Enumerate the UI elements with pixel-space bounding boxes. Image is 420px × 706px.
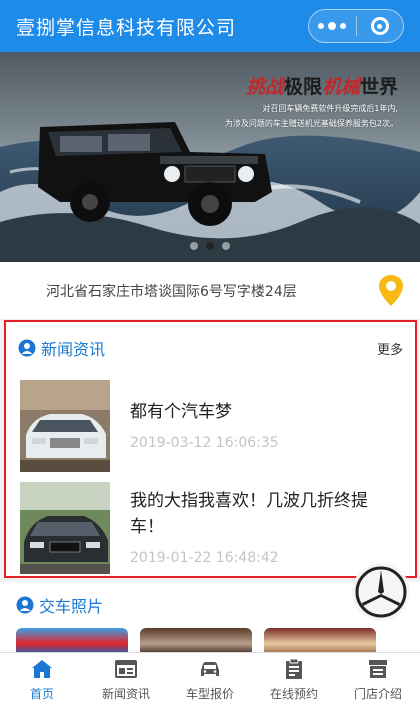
- tab-online-booking[interactable]: 在线预约: [252, 653, 336, 706]
- clipboard-icon: [286, 658, 302, 679]
- address-text: 河北省石家庄市塔谈国际6号写字楼24层: [46, 283, 297, 300]
- news-section-icon: [18, 339, 36, 357]
- target-icon: [370, 17, 389, 35]
- tab-label: 新闻资讯: [101, 687, 150, 701]
- carousel-dot[interactable]: [222, 242, 230, 250]
- slogan-black-1: 极限: [283, 76, 322, 98]
- news-icon: [115, 660, 137, 678]
- carousel-dot[interactable]: [190, 242, 198, 250]
- tab-home[interactable]: 首页: [0, 653, 84, 706]
- close-mini-program-button[interactable]: [357, 10, 404, 42]
- delivery-photo[interactable]: [16, 628, 128, 654]
- mercedes-star-icon: [355, 566, 407, 618]
- address-bar[interactable]: 河北省石家庄市塔谈国际6号写字楼24层: [0, 262, 420, 320]
- location-pin-icon[interactable]: [378, 274, 404, 308]
- home-icon: [32, 660, 52, 678]
- news-info: 我的大指我喜欢！几波几折终提车！ 2019-01-22 16:48:42: [130, 482, 401, 572]
- slogan-black-2: 世界: [359, 76, 398, 98]
- news-section: 新闻资讯 更多 都有个汽车梦 2019-03-12 16:06:35 我的大指我…: [4, 320, 417, 578]
- navigation-bar: 壹捌掌信息科技有限公司: [0, 0, 420, 52]
- news-thumbnail: [20, 482, 110, 574]
- slogan-red-1: 挑战: [245, 76, 284, 98]
- tab-store-info[interactable]: 门店介绍: [336, 653, 420, 706]
- news-info: 都有个汽车梦 2019-03-12 16:06:35: [130, 380, 279, 470]
- news-list-item[interactable]: 都有个汽车梦 2019-03-12 16:06:35: [6, 374, 415, 476]
- news-section-header: 新闻资讯 更多: [6, 322, 415, 374]
- tab-news[interactable]: 新闻资讯: [84, 653, 168, 706]
- photos-section-title: 交车照片: [39, 597, 104, 616]
- slogan-subtext-1: 对召回车辆免费软件升级完成后1年内,: [262, 104, 398, 113]
- banner-slogan: 挑战极限机械世界 对召回车辆免费软件升级完成后1年内, 为涉及问题的车主赠送机光…: [225, 72, 398, 129]
- tab-label: 首页: [29, 687, 54, 701]
- news-list-item[interactable]: 我的大指我喜欢！几波几折终提车！ 2019-01-22 16:48:42: [6, 476, 415, 578]
- page-title: 壹捌掌信息科技有限公司: [16, 16, 237, 39]
- mercedes-logo-icon[interactable]: [352, 563, 410, 621]
- bottom-tab-bar: 首页 新闻资讯 车型报价 在线预约 门店介绍: [0, 652, 420, 706]
- more-menu-button[interactable]: [309, 10, 356, 42]
- slogan-red-2: 机械: [321, 76, 360, 98]
- news-section-title: 新闻资讯: [41, 340, 106, 359]
- photos-section-icon: [16, 596, 34, 614]
- delivery-photo[interactable]: [264, 628, 376, 654]
- news-thumbnail: [20, 380, 110, 472]
- car-icon: [201, 662, 219, 676]
- carousel-indicator: [0, 242, 420, 250]
- more-dots-icon: [318, 22, 347, 30]
- news-title: 我的大指我喜欢！几波几折终提车！: [130, 491, 368, 537]
- slogan-subtext-2: 为涉及问题的车主赠送机光基础保养服务包2次。: [224, 119, 398, 128]
- photo-row: [0, 628, 420, 654]
- tab-label: 在线预约: [269, 687, 318, 701]
- news-more-link[interactable]: 更多: [377, 339, 403, 358]
- slogan-headline: 挑战极限机械世界: [225, 72, 398, 99]
- tab-label: 车型报价: [185, 687, 234, 701]
- tab-car-prices[interactable]: 车型报价: [168, 653, 252, 706]
- carousel-dot-active[interactable]: [206, 242, 214, 250]
- news-title: 都有个汽车梦: [130, 402, 232, 422]
- delivery-photo[interactable]: [140, 628, 252, 654]
- mini-program-capsule: [308, 9, 404, 43]
- tab-label: 门店介绍: [353, 687, 402, 701]
- store-icon: [369, 660, 387, 678]
- banner-carousel[interactable]: 挑战极限机械世界 对召回车辆免费软件升级完成后1年内, 为涉及问题的车主赠送机光…: [0, 52, 420, 262]
- news-date: 2019-03-12 16:06:35: [130, 435, 279, 451]
- news-date: 2019-01-22 16:48:42: [130, 550, 279, 566]
